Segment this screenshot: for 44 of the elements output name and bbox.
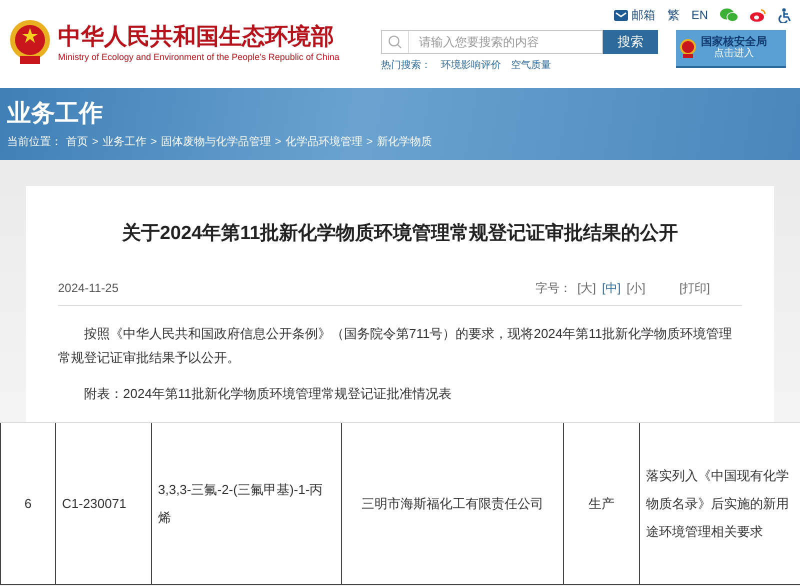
font-size-option[interactable]: [中]: [602, 278, 621, 296]
table-cell: 生产: [563, 423, 639, 584]
breadcrumb-separator: >: [366, 135, 373, 150]
hot-search-link[interactable]: 环境影响评价: [441, 58, 501, 73]
table-cell: 落实列入《中国现有化学物质名录》后实施的新用途环境管理相关要求: [639, 423, 797, 584]
print-link[interactable]: [打印]: [679, 278, 710, 296]
article-paragraph: 按照《中华人民共和国政府信息公开条例》（国务院令第711号）的要求，现将2024年第11批新化学物质环境管理常规登记证审批结果予以公开。: [58, 324, 734, 366]
breadcrumb-label: 当前位置：: [7, 135, 62, 150]
breadcrumb-link[interactable]: 固体废物与化学品管理: [160, 134, 271, 150]
breadcrumb-separator: >: [274, 135, 282, 150]
hot-search-link[interactable]: 空气质量: [511, 58, 551, 73]
emblem-icon: [8, 18, 52, 66]
search-field[interactable]: 请输入您要搜索的内容: [381, 30, 603, 54]
breadcrumb-link[interactable]: 首页: [66, 134, 88, 150]
font-size-option[interactable]: [小]: [626, 278, 646, 296]
nnsa-link: 点击进入: [714, 49, 754, 59]
section-title: 业务工作: [7, 100, 104, 128]
table-cell: 6: [0, 423, 55, 584]
mail-icon: [614, 10, 628, 20]
weibo-icon: [750, 8, 766, 22]
breadcrumb-separator: >: [150, 135, 157, 150]
breadcrumb-separator: >: [92, 135, 98, 150]
search-icon: [388, 35, 402, 49]
search-button[interactable]: 搜索: [603, 30, 658, 54]
mailbox-link[interactable]: 邮箱: [614, 6, 656, 24]
english-link[interactable]: EN: [691, 6, 708, 24]
nnsa-banner[interactable]: 国家核安全局 点击进入: [676, 30, 786, 68]
table-cell: 3,3,3-三氟-2-(三氟甲基)-1-丙烯: [151, 423, 341, 584]
site-subtitle: Ministry of Ecology and Environment of the People's Republic of China: [58, 51, 340, 63]
breadcrumb-link[interactable]: 业务工作: [102, 134, 146, 150]
hot-search-label: 热门搜索：: [381, 58, 431, 73]
font-size-label: 字号：: [535, 280, 572, 296]
emblem-icon: [679, 38, 697, 58]
site-title: 中华人民共和国生态环境部: [58, 22, 335, 51]
traditional-chinese-link[interactable]: 繁: [667, 6, 680, 24]
wechat-icon: [720, 8, 738, 22]
article-title: 关于2024年第11批新化学物质环境管理常规登记证审批结果的公开: [120, 222, 680, 246]
font-size-option[interactable]: [大]: [577, 278, 596, 296]
accessibility-icon: [778, 8, 792, 22]
table-cell: 三明市海斯福化工有限责任公司: [341, 423, 563, 584]
article-paragraph: 附表：2024年第11批新化学物质环境管理常规登记证批准情况表: [83, 384, 452, 402]
table-cell: C1-230071: [55, 423, 151, 584]
nnsa-title: 国家核安全局: [701, 37, 767, 48]
article-date: 2024-11-25: [58, 280, 118, 296]
